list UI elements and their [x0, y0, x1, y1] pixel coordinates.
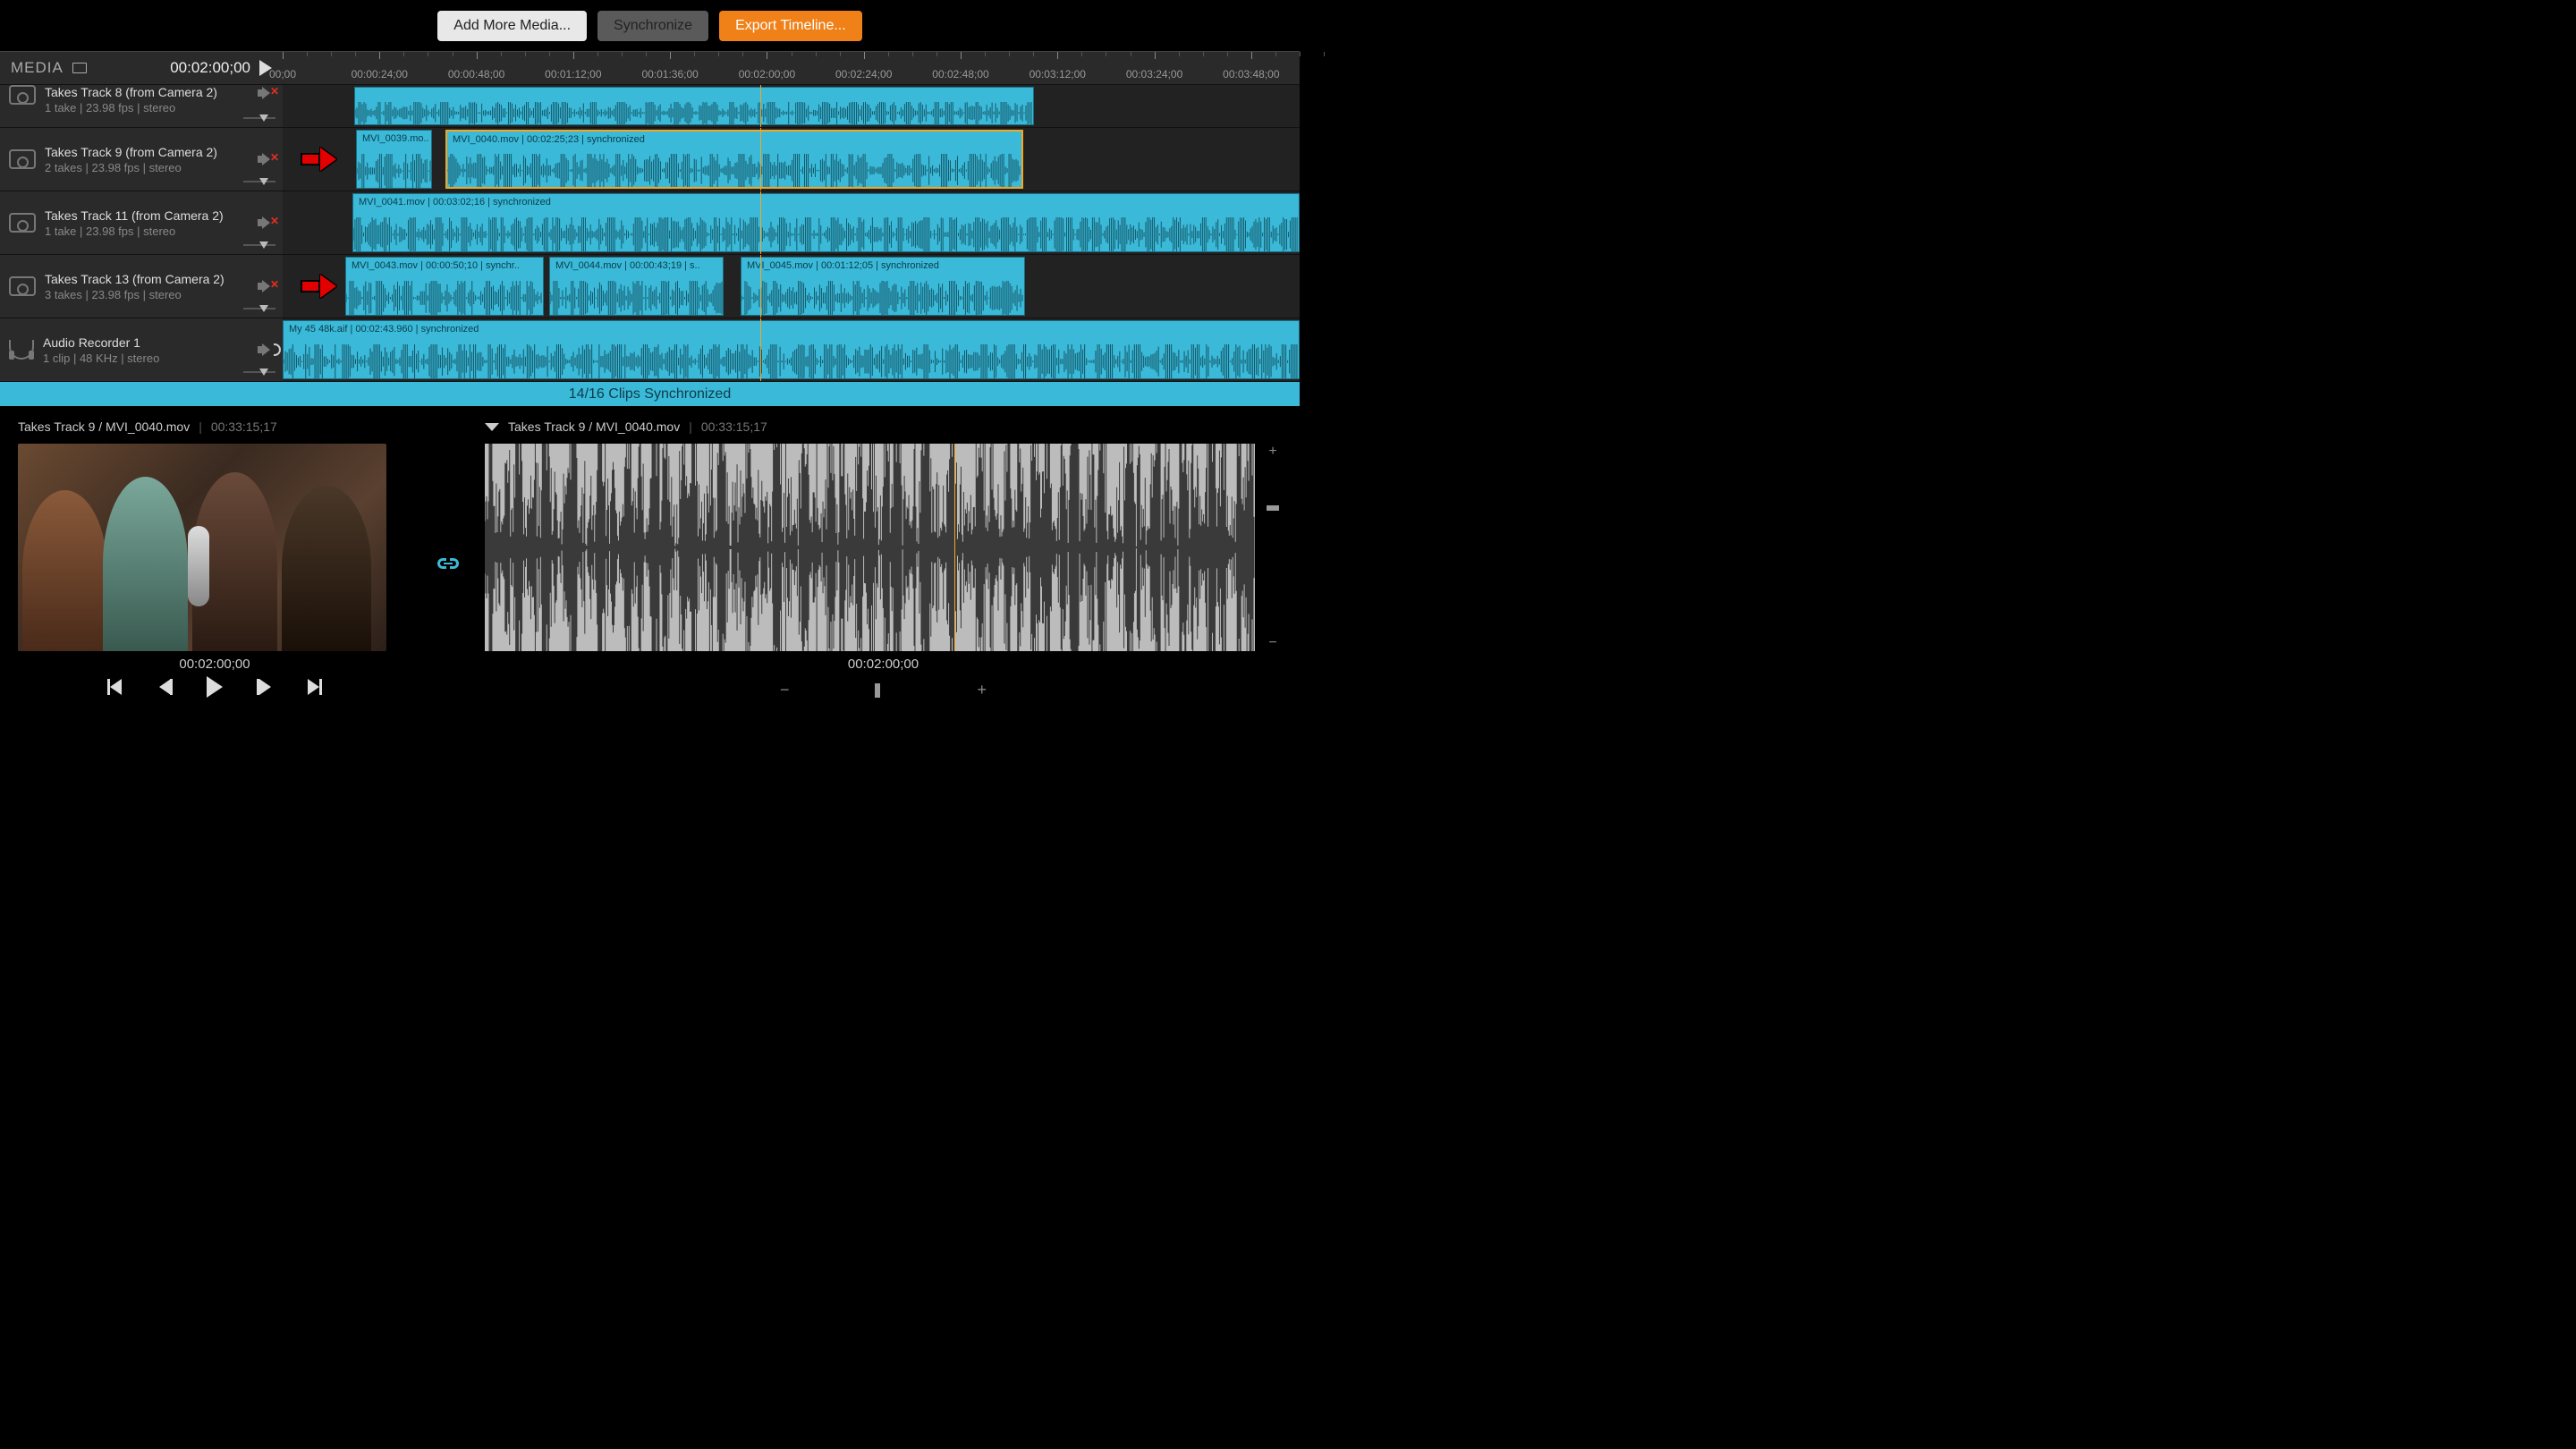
track-lane[interactable] — [283, 85, 1300, 127]
left-playhead-timecode: 00:02:00;00 — [18, 657, 411, 672]
transport-controls — [18, 677, 411, 697]
clip[interactable]: MVI_0040.mov | 00:02:25;23 | synchronize… — [445, 130, 1023, 189]
tracks-area: Takes Track 8 (from Camera 2) 1 take | 23… — [0, 85, 1300, 382]
track-meta: 1 clip | 48 KHz | stereo — [43, 352, 159, 365]
mute-button[interactable] — [258, 342, 274, 358]
clip[interactable] — [354, 87, 1034, 125]
clip[interactable]: MVI_0045.mov | 00:01:12;05 | synchronize… — [741, 257, 1025, 316]
go-to-start-button[interactable] — [105, 677, 124, 697]
waveform-playhead — [954, 444, 955, 651]
volume-slider[interactable] — [243, 178, 275, 185]
lower-panel: Takes Track 9 / MVI_0040.mov | 00:33:15;… — [0, 406, 1300, 713]
clip-label: MVI_0041.mov | 00:03:02;16 | synchronize… — [353, 194, 1299, 210]
clip[interactable]: MVI_0043.mov | 00:00:50;10 | synchr.. — [345, 257, 544, 316]
annotation-arrow — [283, 255, 354, 318]
track-header[interactable]: Audio Recorder 1 1 clip | 48 KHz | stereo — [0, 318, 283, 381]
track-meta: 1 take | 23.98 fps | stereo — [45, 225, 224, 238]
camera-icon — [9, 213, 36, 233]
clip[interactable]: MVI_0044.mov | 00:00:43;19 | s.. — [549, 257, 724, 316]
track-name: Audio Recorder 1 — [43, 335, 159, 350]
track-name: Takes Track 11 (from Camera 2) — [45, 208, 224, 223]
clip-label: MVI_0043.mov | 00:00:50;10 | synchr.. — [346, 258, 543, 274]
track-lane[interactable]: MVI_0039.mo.. MVI_0040.mov | 00:02:25;23 … — [283, 128, 1300, 191]
vertical-zoom-slider[interactable]: + − — [1264, 444, 1282, 651]
clip-label: MVI_0039.mo.. — [357, 131, 431, 147]
step-forward-button[interactable] — [255, 677, 275, 697]
clip-label: MVI_0044.mov | 00:00:43;19 | s.. — [550, 258, 723, 274]
mute-button[interactable]: ✕ — [258, 215, 274, 231]
clip[interactable]: MVI_0041.mov | 00:03:02;16 | synchronize… — [352, 193, 1300, 252]
step-back-button[interactable] — [155, 677, 174, 697]
track-name: Takes Track 8 (from Camera 2) — [45, 85, 217, 99]
right-viewer: Takes Track 9 / MVI_0040.mov | 00:33:15;… — [485, 417, 1282, 713]
zoom-in-horiz-icon[interactable]: + — [978, 681, 987, 699]
track-row: Takes Track 11 (from Camera 2) 1 take | 2… — [0, 191, 1300, 255]
track-header[interactable]: Takes Track 11 (from Camera 2) 1 take | 2… — [0, 191, 283, 254]
top-toolbar: Add More Media... Synchronize Export Tim… — [0, 0, 1300, 51]
media-header: MEDIA 00:02:00;00 — [0, 52, 283, 84]
track-meta: 1 take | 23.98 fps | stereo — [45, 101, 217, 114]
volume-slider[interactable] — [243, 305, 275, 312]
left-viewer-timecode: 00:33:15;17 — [211, 419, 277, 434]
volume-slider[interactable] — [243, 369, 275, 376]
track-row: Takes Track 9 (from Camera 2) 2 takes | 2… — [0, 128, 1300, 191]
track-header[interactable]: Takes Track 13 (from Camera 2) 3 takes | … — [0, 255, 283, 318]
viewer-dropdown-icon[interactable] — [485, 423, 499, 431]
annotation-arrow — [283, 128, 354, 191]
volume-slider[interactable] — [243, 242, 275, 249]
go-to-end-button[interactable] — [305, 677, 325, 697]
clip[interactable]: My 45 48k.aif | 00:02:43.960 | synchroni… — [283, 320, 1300, 379]
media-label: MEDIA — [11, 59, 64, 77]
monitor-icon — [72, 63, 87, 73]
export-timeline-button[interactable]: Export Timeline... — [719, 11, 862, 41]
mute-button[interactable]: ✕ — [258, 151, 274, 167]
track-meta: 3 takes | 23.98 fps | stereo — [45, 288, 225, 301]
mute-button[interactable]: ✕ — [258, 85, 274, 101]
track-header[interactable]: Takes Track 9 (from Camera 2) 2 takes | 2… — [0, 128, 283, 191]
add-media-button[interactable]: Add More Media... — [437, 11, 587, 41]
right-viewer-title: Takes Track 9 / MVI_0040.mov — [508, 419, 680, 434]
volume-slider[interactable] — [243, 114, 275, 122]
track-lane[interactable]: My 45 48k.aif | 00:02:43.960 | synchroni… — [283, 318, 1300, 381]
left-viewer-title: Takes Track 9 / MVI_0040.mov — [18, 419, 190, 434]
zoom-in-vert-icon[interactable]: + — [1268, 444, 1276, 460]
clip-label: MVI_0045.mov | 00:01:12;05 | synchronize… — [741, 258, 1024, 274]
zoom-out-vert-icon[interactable]: − — [1268, 635, 1276, 651]
track-meta: 2 takes | 23.98 fps | stereo — [45, 161, 217, 174]
waveform-preview[interactable] — [485, 444, 1255, 651]
ruler-row: MEDIA 00:02:00;00 00;0000:00:24;0000:00:… — [0, 51, 1300, 85]
play-button[interactable] — [205, 677, 225, 697]
video-preview[interactable] — [18, 444, 386, 651]
time-ruler[interactable]: 00;0000:00:24;0000:00:48;0000:01:12;0000… — [283, 52, 1300, 84]
track-lane[interactable]: MVI_0041.mov | 00:03:02;16 | synchronize… — [283, 191, 1300, 254]
track-row: Audio Recorder 1 1 clip | 48 KHz | stereo… — [0, 318, 1300, 382]
camera-icon — [9, 149, 36, 169]
track-lane[interactable]: MVI_0043.mov | 00:00:50;10 | synchr.. MVI… — [283, 255, 1300, 318]
left-viewer: Takes Track 9 / MVI_0040.mov | 00:33:15;… — [18, 417, 411, 713]
track-name: Takes Track 13 (from Camera 2) — [45, 272, 225, 286]
clip[interactable]: MVI_0039.mo.. — [356, 130, 432, 189]
track-name: Takes Track 9 (from Camera 2) — [45, 145, 217, 159]
clip-label: My 45 48k.aif | 00:02:43.960 | synchroni… — [284, 321, 1299, 337]
horizontal-zoom-slider[interactable]: − + — [485, 681, 1282, 699]
media-timecode: 00:02:00;00 — [170, 59, 250, 77]
camera-icon — [9, 276, 36, 296]
clip-label — [355, 88, 1033, 93]
track-row: Takes Track 13 (from Camera 2) 3 takes | … — [0, 255, 1300, 318]
camera-icon — [9, 85, 36, 105]
track-row: Takes Track 8 (from Camera 2) 1 take | 23… — [0, 85, 1300, 128]
right-viewer-timecode: 00:33:15;17 — [701, 419, 767, 434]
headphones-icon — [9, 340, 34, 360]
clip-label: MVI_0040.mov | 00:02:25;23 | synchronize… — [447, 131, 1021, 148]
link-icon[interactable] — [436, 554, 460, 577]
synchronize-button[interactable]: Synchronize — [597, 11, 708, 41]
sync-status-bar: 14/16 Clips Synchronized — [0, 382, 1300, 406]
right-playhead-timecode: 00:02:00;00 — [485, 657, 1282, 672]
mute-button[interactable]: ✕ — [258, 278, 274, 294]
zoom-out-horiz-icon[interactable]: − — [780, 681, 790, 699]
track-header[interactable]: Takes Track 8 (from Camera 2) 1 take | 23… — [0, 85, 283, 127]
